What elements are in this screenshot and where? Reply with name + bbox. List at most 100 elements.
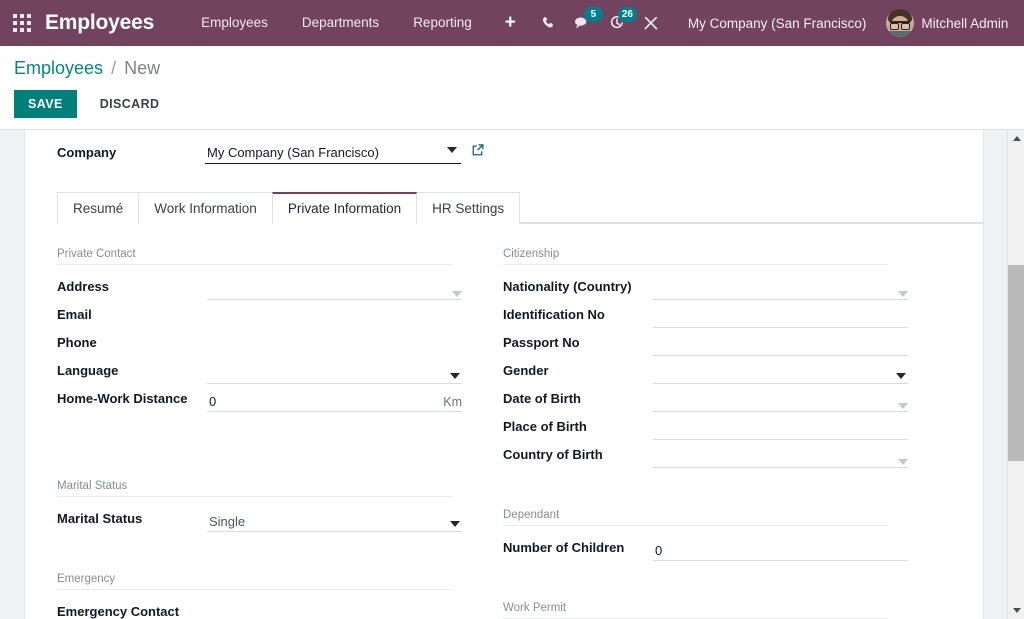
tab-resume[interactable]: Resumé bbox=[57, 192, 139, 224]
field-value-address bbox=[207, 297, 452, 299]
scrollbar-thumb[interactable] bbox=[1008, 265, 1024, 461]
group-private-contact: Private Contact Address Email bbox=[57, 247, 472, 412]
field-label-date-of-birth: Date of Birth bbox=[503, 389, 653, 412]
field-label-marital-status: Marital Status bbox=[57, 509, 207, 532]
chevron-down-icon[interactable] bbox=[896, 373, 906, 379]
group-work-permit: Work Permit Visa No bbox=[503, 601, 932, 619]
phone-icon[interactable] bbox=[532, 0, 566, 46]
breadcrumb-separator: / bbox=[111, 58, 116, 78]
group-title-marital-status: Marital Status bbox=[57, 479, 452, 497]
scrollbar-gutter bbox=[984, 130, 1007, 619]
home-work-distance-input[interactable]: 0 Km bbox=[207, 391, 462, 412]
chevron-down-icon[interactable] bbox=[898, 403, 908, 409]
company-input[interactable]: My Company (San Francisco) bbox=[205, 145, 461, 164]
apps-grid-icon[interactable] bbox=[13, 14, 31, 32]
field-row-language: Language bbox=[57, 356, 472, 384]
marital-status-input[interactable]: Single bbox=[207, 511, 462, 532]
field-row-address: Address bbox=[57, 272, 472, 300]
chevron-down-icon[interactable] bbox=[447, 147, 457, 153]
field-label-nationality: Nationality (Country) bbox=[503, 277, 653, 300]
passport-no-input[interactable] bbox=[653, 335, 908, 356]
field-row-passport-no: Passport No bbox=[503, 328, 932, 356]
field-row-emergency-contact: Emergency Contact bbox=[57, 597, 472, 619]
field-value-place-of-birth bbox=[653, 437, 908, 439]
place-of-birth-input[interactable] bbox=[653, 419, 908, 440]
group-citizenship: Citizenship Nationality (Country) Identi… bbox=[503, 247, 932, 468]
field-value-marital-status: Single bbox=[207, 514, 450, 531]
form-sheet-inner: Company My Company (San Francisco) Resum… bbox=[24, 130, 984, 619]
group-title-citizenship: Citizenship bbox=[503, 247, 888, 265]
username-label: Mitchell Admin bbox=[921, 16, 1008, 31]
date-of-birth-input[interactable] bbox=[653, 391, 908, 412]
messages-icon[interactable]: 5 bbox=[566, 0, 600, 46]
group-title-emergency: Emergency bbox=[57, 572, 452, 590]
company-field-value: My Company (San Francisco) bbox=[205, 145, 447, 163]
field-row-home-work-distance: Home-Work Distance 0 Km bbox=[57, 384, 472, 412]
phone-input[interactable] bbox=[207, 335, 462, 356]
field-label-place-of-birth: Place of Birth bbox=[503, 417, 653, 440]
tab-hr-settings[interactable]: HR Settings bbox=[416, 192, 520, 224]
nav-menu-employees[interactable]: Employees bbox=[184, 0, 285, 46]
breadcrumb-root-employees[interactable]: Employees bbox=[14, 58, 103, 78]
email-input[interactable] bbox=[207, 307, 462, 328]
scroll-down-arrow-icon[interactable] bbox=[1008, 602, 1024, 619]
language-input[interactable] bbox=[207, 363, 462, 384]
user-menu[interactable]: Mitchell Admin bbox=[880, 0, 1016, 46]
field-label-emergency-contact: Emergency Contact bbox=[57, 602, 207, 619]
company-field-label: Company bbox=[57, 142, 205, 164]
nav-menu-reporting[interactable]: Reporting bbox=[396, 0, 489, 46]
form-columns: Private Contact Address Email bbox=[24, 247, 984, 619]
record-action-buttons: SAVE DISCARD bbox=[0, 79, 1024, 118]
company-field-row: Company My Company (San Francisco) bbox=[57, 142, 485, 164]
field-label-passport-no: Passport No bbox=[503, 333, 653, 356]
group-emergency: Emergency Emergency Contact bbox=[57, 572, 472, 619]
field-label-address: Address bbox=[57, 277, 207, 300]
field-value-language bbox=[207, 381, 450, 383]
vertical-scrollbar[interactable] bbox=[1007, 130, 1024, 619]
tab-work-information[interactable]: Work Information bbox=[138, 192, 273, 224]
field-label-phone: Phone bbox=[57, 333, 207, 356]
tools-icon[interactable] bbox=[634, 0, 668, 46]
field-row-date-of-birth: Date of Birth bbox=[503, 384, 932, 412]
chevron-down-icon[interactable] bbox=[898, 291, 908, 297]
group-dependant: Dependant Number of Children 0 bbox=[503, 508, 932, 561]
chevron-down-icon[interactable] bbox=[450, 373, 460, 379]
number-of-children-input[interactable]: 0 bbox=[653, 540, 908, 561]
field-value-number-of-children: 0 bbox=[653, 543, 908, 560]
field-row-number-of-children: Number of Children 0 bbox=[503, 533, 932, 561]
chevron-down-icon[interactable] bbox=[898, 459, 908, 465]
group-marital-status: Marital Status Marital Status Single bbox=[57, 479, 472, 532]
emergency-contact-input[interactable] bbox=[207, 604, 462, 619]
group-title-private-contact: Private Contact bbox=[57, 247, 452, 265]
nav-menu-departments[interactable]: Departments bbox=[285, 0, 396, 46]
form-notebook-tabs: Resumé Work Information Private Informat… bbox=[57, 192, 984, 224]
current-company-label[interactable]: My Company (San Francisco) bbox=[668, 16, 881, 31]
save-button[interactable]: SAVE bbox=[14, 90, 77, 118]
field-value-gender bbox=[653, 381, 896, 383]
field-value-phone bbox=[207, 354, 462, 356]
field-row-email: Email bbox=[57, 300, 472, 328]
identification-no-input[interactable] bbox=[653, 307, 908, 328]
top-navbar: Employees Employees Departments Reportin… bbox=[0, 0, 1024, 46]
group-title-dependant: Dependant bbox=[503, 508, 888, 526]
spacer-right-1 bbox=[503, 468, 932, 508]
nav-menu-new-plus-icon[interactable]: + bbox=[489, 0, 532, 46]
address-input[interactable] bbox=[207, 279, 462, 300]
form-column-right: Citizenship Nationality (Country) Identi… bbox=[472, 247, 932, 619]
field-label-home-work-distance: Home-Work Distance bbox=[57, 389, 207, 412]
chevron-down-icon[interactable] bbox=[450, 521, 460, 527]
field-row-gender: Gender bbox=[503, 356, 932, 384]
field-row-country-of-birth: Country of Birth bbox=[503, 440, 932, 468]
scroll-up-arrow-icon[interactable] bbox=[1008, 130, 1024, 147]
country-of-birth-input[interactable] bbox=[653, 447, 908, 468]
chevron-down-icon[interactable] bbox=[452, 291, 462, 297]
discard-button[interactable]: DISCARD bbox=[88, 90, 172, 118]
external-link-icon[interactable] bbox=[471, 143, 485, 162]
spacer-left-2 bbox=[57, 532, 472, 572]
app-brand-title[interactable]: Employees bbox=[45, 11, 154, 35]
nationality-input[interactable] bbox=[653, 279, 908, 300]
tab-private-information[interactable]: Private Information bbox=[272, 192, 417, 224]
field-value-country-of-birth bbox=[653, 465, 898, 467]
gender-input[interactable] bbox=[653, 363, 908, 384]
activities-clock-icon[interactable]: 26 bbox=[600, 0, 634, 46]
